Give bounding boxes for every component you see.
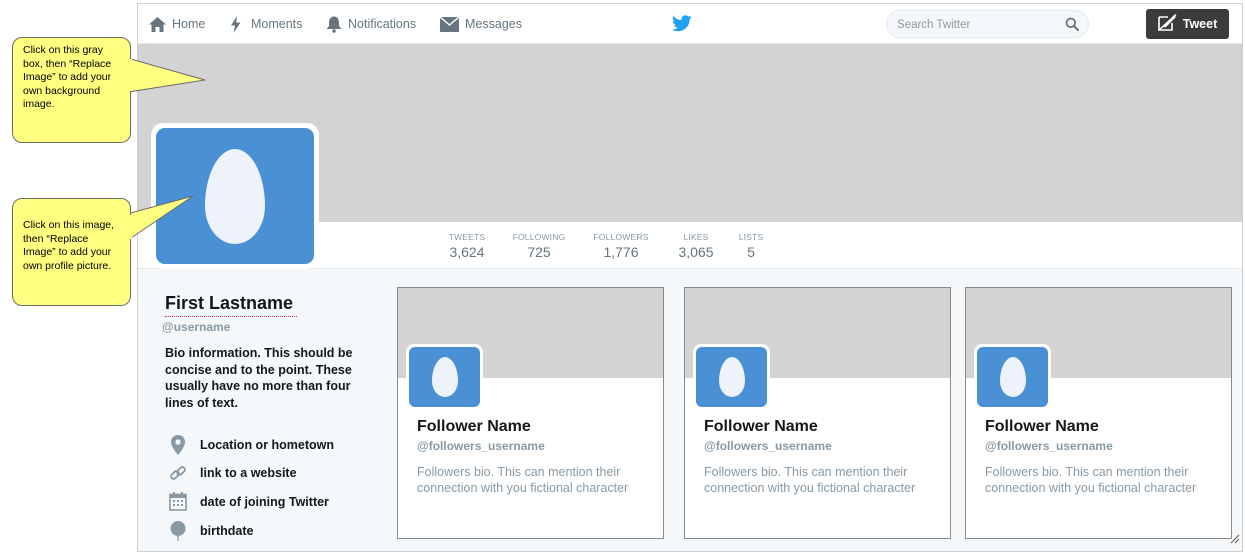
search-box	[886, 10, 1089, 38]
callout-background-text: Click on this gray box, then “Replace Im…	[12, 37, 131, 143]
callout-seam	[129, 215, 132, 239]
follower-avatar[interactable]	[693, 344, 770, 410]
location-pin-icon	[168, 435, 188, 455]
search-icon[interactable]	[1065, 17, 1079, 36]
stat-label: TWEETS	[448, 232, 486, 242]
follower-avatar[interactable]	[406, 344, 483, 410]
profile-website[interactable]: link to a website	[168, 464, 297, 482]
stat-value: 1,776	[603, 244, 639, 260]
follower-bio: Followers bio. This can mention their co…	[985, 465, 1197, 495]
page: Home Moments Notifications Messages Sear…	[0, 0, 1245, 554]
nav-messages[interactable]: Messages	[440, 4, 522, 44]
twitter-bird-icon[interactable]	[671, 15, 692, 37]
stat-value: 3,065	[678, 244, 714, 260]
calendar-icon	[168, 492, 188, 511]
website-link[interactable]: link to a website	[200, 466, 297, 480]
profile-username: @username	[162, 320, 231, 334]
follower-name: Follower Name	[704, 418, 818, 435]
birthdate-text: birthdate	[200, 524, 254, 538]
nav-notifications[interactable]: Notifications	[326, 4, 416, 44]
follower-username: @followers_username	[985, 439, 1113, 453]
follower-card[interactable]: Follower Name @followers_username Follow…	[397, 287, 664, 539]
bell-icon	[326, 16, 342, 33]
follower-name: Follower Name	[985, 418, 1099, 435]
follower-avatar[interactable]	[974, 344, 1051, 410]
nav-notifications-label: Notifications	[348, 17, 417, 31]
profile-location: Location or hometown	[168, 435, 334, 455]
balloon-icon	[168, 521, 188, 541]
link-icon	[168, 464, 188, 482]
location-text: Location or hometown	[200, 438, 335, 452]
profile-birthdate: birthdate	[168, 521, 253, 541]
compose-icon	[1157, 13, 1177, 34]
stat-following[interactable]: FOLLOWING 725	[506, 232, 572, 260]
callout-seam	[129, 59, 132, 91]
profile-joined: date of joining Twitter	[168, 492, 329, 511]
profile-bio: Bio information. This should be concise …	[165, 346, 353, 410]
follower-username: @followers_username	[417, 439, 545, 453]
stat-label: LISTS	[738, 232, 764, 242]
nav-messages-label: Messages	[465, 17, 522, 31]
tweet-button-label: Tweet	[1182, 17, 1218, 31]
stat-value: 725	[527, 244, 551, 260]
egg-icon	[718, 357, 745, 397]
egg-icon	[431, 357, 458, 397]
stat-label: LIKES	[683, 232, 709, 242]
stat-label: FOLLOWING	[512, 232, 566, 242]
stat-likes[interactable]: LIKES 3,065	[671, 232, 721, 260]
egg-icon	[999, 357, 1026, 397]
envelope-icon	[440, 16, 459, 32]
stat-value: 3,624	[449, 244, 485, 260]
callout-profile-text: Click on this image, then “Replace Image…	[12, 198, 131, 306]
top-nav: Home Moments Notifications Messages Sear…	[138, 4, 1242, 44]
follower-name: Follower Name	[417, 418, 531, 435]
stat-tweets[interactable]: TWEETS 3,624	[442, 232, 492, 260]
follower-username: @followers_username	[704, 439, 832, 453]
follower-card[interactable]: Follower Name @followers_username Follow…	[684, 287, 951, 539]
tweet-button[interactable]: Tweet	[1146, 9, 1229, 39]
joined-text: date of joining Twitter	[200, 494, 329, 509]
stat-lists[interactable]: LISTS 5	[734, 232, 768, 260]
search-input[interactable]	[897, 16, 1057, 34]
stat-value: 5	[747, 244, 755, 260]
follower-bio: Followers bio. This can mention their co…	[417, 465, 629, 495]
stat-followers[interactable]: FOLLOWERS 1,776	[588, 232, 654, 260]
follower-bio: Followers bio. This can mention their co…	[704, 465, 916, 495]
twitter-profile-mockup: Home Moments Notifications Messages Sear…	[137, 3, 1243, 552]
follower-card[interactable]: Follower Name @followers_username Follow…	[965, 287, 1232, 539]
stat-label: FOLLOWERS	[593, 232, 649, 242]
resize-handle-icon[interactable]	[1228, 531, 1240, 549]
